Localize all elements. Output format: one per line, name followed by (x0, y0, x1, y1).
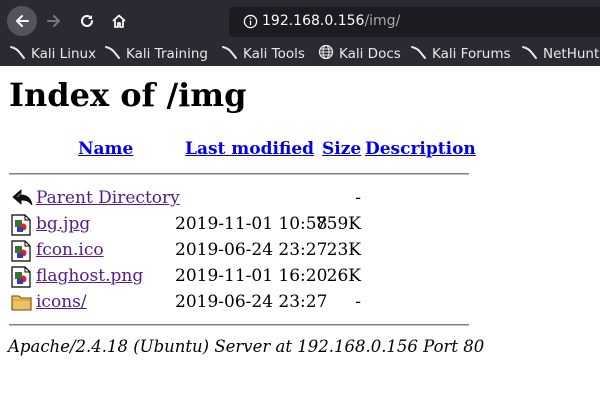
bookmark-label: Kali Forums (432, 46, 511, 62)
url-path: /img/ (364, 13, 401, 29)
server-signature: Apache/2.4.18 (Ubuntu) Server at 192.168… (8, 337, 485, 356)
bookmark-label: Kali Training (126, 46, 208, 62)
header-divider (9, 173, 469, 175)
bookmark-kali-docs[interactable]: Kali Docs (318, 44, 401, 64)
file-size: 23K (326, 240, 361, 260)
table-row: flaghost.png 2019-11-01 16:20 26K (0, 265, 600, 289)
column-header-size[interactable]: Size (322, 139, 361, 159)
kali-dragon-icon (522, 44, 543, 64)
folder-icon (11, 292, 33, 317)
bookmark-label: NetHunt (543, 46, 600, 62)
file-modified: 2019-11-01 10:58 (175, 214, 328, 234)
url-host: 192.168.0.156 (262, 13, 365, 29)
image-file-icon (11, 240, 31, 267)
back-button[interactable] (7, 6, 37, 36)
home-icon (111, 13, 127, 29)
table-row: icons/ 2019-06-24 23:27 - (0, 291, 600, 315)
bookmark-kali-linux[interactable]: Kali Linux (10, 45, 96, 63)
info-icon[interactable] (243, 14, 258, 33)
bookmark-label: Kali Tools (243, 46, 305, 62)
file-link-parent-directory[interactable]: Parent Directory (36, 188, 180, 208)
kali-dragon-icon (411, 44, 432, 64)
column-header-name[interactable]: Name (78, 139, 133, 159)
kali-dragon-icon (10, 44, 31, 64)
page-title: Index of /img (9, 76, 247, 114)
file-size: - (355, 292, 361, 312)
file-link-flaghost-png[interactable]: flaghost.png (36, 266, 143, 286)
file-size: 759K (315, 214, 361, 234)
forward-button[interactable] (39, 6, 69, 36)
file-modified: 2019-06-24 23:27 (175, 292, 328, 312)
bookmarks-toolbar: Kali Linux Kali Training Kali Tools Kali… (0, 42, 600, 66)
home-button[interactable] (104, 6, 134, 36)
bookmark-label: Kali Linux (31, 46, 97, 62)
file-link-icons[interactable]: icons/ (36, 292, 87, 312)
page-content: Index of /img Name Last modified Size De… (0, 66, 600, 408)
reload-button[interactable] (72, 6, 102, 36)
bookmark-kali-training[interactable]: Kali Training (105, 45, 208, 63)
file-modified: 2019-11-01 16:20 (175, 266, 328, 286)
arrow-right-icon (46, 13, 62, 29)
file-link-bg-jpg[interactable]: bg.jpg (36, 214, 90, 234)
file-size: 26K (326, 266, 361, 286)
column-header-description[interactable]: Description (365, 139, 476, 159)
reload-icon (79, 13, 95, 29)
bookmark-label: Kali Docs (339, 46, 401, 62)
globe-icon (318, 44, 339, 64)
footer-divider (9, 324, 469, 326)
back-arrow-icon (11, 188, 33, 213)
bookmark-nethunter[interactable]: NetHunt (522, 45, 599, 63)
browser-toolbar: 192.168.0.156/img/ Kali Linux Kali Train… (0, 0, 600, 66)
bookmark-kali-forums[interactable]: Kali Forums (411, 45, 511, 63)
column-header-last-modified[interactable]: Last modified (185, 139, 314, 159)
file-link-fcon-ico[interactable]: fcon.ico (36, 240, 104, 260)
kali-dragon-icon (222, 44, 243, 64)
kali-dragon-icon (105, 44, 126, 64)
table-row: fcon.ico 2019-06-24 23:27 23K (0, 239, 600, 263)
arrow-left-icon (14, 13, 30, 29)
table-row: Parent Directory - (0, 187, 600, 211)
bookmark-kali-tools[interactable]: Kali Tools (222, 45, 305, 63)
address-bar[interactable]: 192.168.0.156/img/ (229, 7, 600, 37)
file-size: - (355, 188, 361, 208)
file-modified: 2019-06-24 23:27 (175, 240, 328, 260)
image-file-icon (11, 266, 31, 293)
url-text: 192.168.0.156/img/ (262, 13, 400, 29)
image-file-icon (11, 214, 31, 241)
table-row: bg.jpg 2019-11-01 10:58 759K (0, 213, 600, 237)
